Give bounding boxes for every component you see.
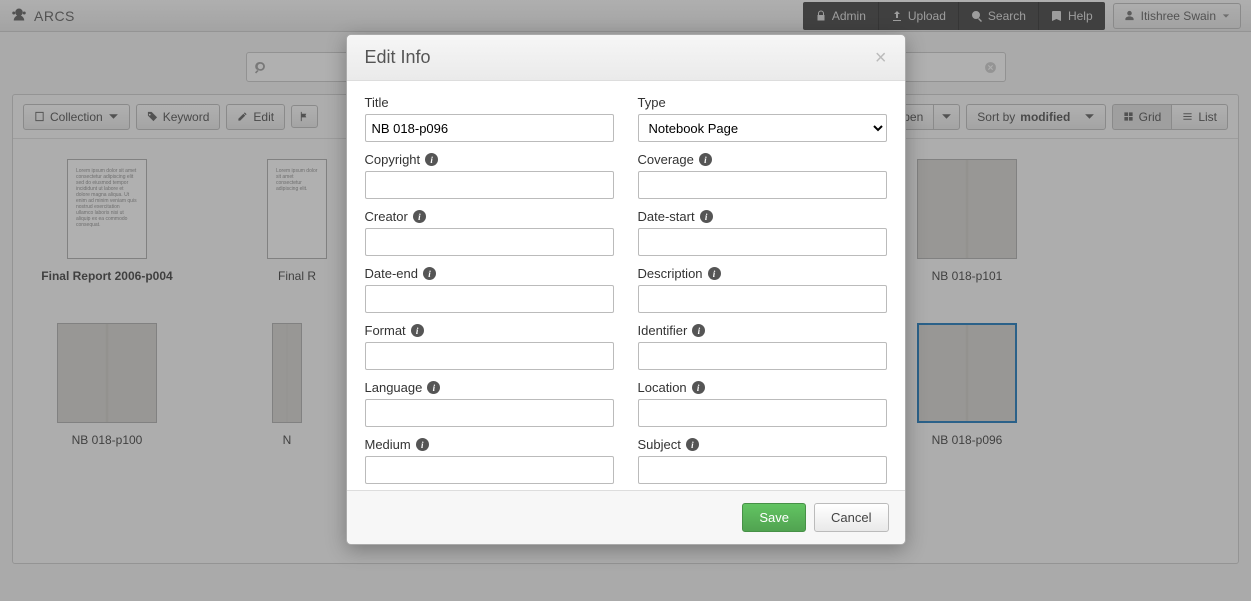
- title-input[interactable]: [365, 114, 614, 142]
- field-identifier: Identifier i: [638, 323, 887, 370]
- format-input[interactable]: [365, 342, 614, 370]
- field-creator-label: Creator: [365, 209, 408, 224]
- field-subject-label: Subject: [638, 437, 681, 452]
- subject-input[interactable]: [638, 456, 887, 484]
- field-date-end-label: Date-end: [365, 266, 418, 281]
- info-icon[interactable]: i: [413, 210, 426, 223]
- field-description-label: Description: [638, 266, 703, 281]
- info-icon[interactable]: i: [692, 381, 705, 394]
- field-format-label: Format: [365, 323, 406, 338]
- field-title: Title: [365, 95, 614, 142]
- date-end-input[interactable]: [365, 285, 614, 313]
- language-input[interactable]: [365, 399, 614, 427]
- modal-footer: Save Cancel: [347, 490, 905, 544]
- modal-body: Title Type Notebook Page Copyright i Cove…: [347, 81, 905, 490]
- field-date-end: Date-end i: [365, 266, 614, 313]
- info-icon[interactable]: i: [692, 324, 705, 337]
- modal-header: Edit Info ×: [347, 35, 905, 81]
- coverage-input[interactable]: [638, 171, 887, 199]
- info-icon[interactable]: i: [423, 267, 436, 280]
- field-subject: Subject i: [638, 437, 887, 484]
- edit-info-modal: Edit Info × Title Type Notebook Page Cop…: [346, 34, 906, 545]
- field-language-label: Language: [365, 380, 423, 395]
- type-select[interactable]: Notebook Page: [638, 114, 887, 142]
- field-medium-label: Medium: [365, 437, 411, 452]
- cancel-button[interactable]: Cancel: [814, 503, 888, 532]
- field-date-start-label: Date-start: [638, 209, 695, 224]
- info-icon[interactable]: i: [411, 324, 424, 337]
- info-icon[interactable]: i: [700, 210, 713, 223]
- medium-input[interactable]: [365, 456, 614, 484]
- field-medium: Mediumi: [365, 437, 614, 484]
- info-icon[interactable]: i: [699, 153, 712, 166]
- field-type-label: Type: [638, 95, 666, 110]
- field-copyright: Copyright i: [365, 152, 614, 199]
- identifier-input[interactable]: [638, 342, 887, 370]
- field-type: Type Notebook Page: [638, 95, 887, 142]
- field-format: Formati: [365, 323, 614, 370]
- field-copyright-label: Copyright: [365, 152, 421, 167]
- location-input[interactable]: [638, 399, 887, 427]
- info-icon[interactable]: i: [416, 438, 429, 451]
- save-button[interactable]: Save: [742, 503, 806, 532]
- field-date-start: Date-start i: [638, 209, 887, 256]
- field-location-label: Location: [638, 380, 687, 395]
- info-icon[interactable]: i: [686, 438, 699, 451]
- creator-input[interactable]: [365, 228, 614, 256]
- field-language: Language i: [365, 380, 614, 427]
- field-location: Location i: [638, 380, 887, 427]
- close-icon[interactable]: ×: [875, 48, 887, 68]
- info-icon[interactable]: i: [425, 153, 438, 166]
- field-coverage-label: Coverage: [638, 152, 694, 167]
- field-title-label: Title: [365, 95, 389, 110]
- info-icon[interactable]: i: [708, 267, 721, 280]
- field-creator: Creator i: [365, 209, 614, 256]
- field-description: Description i: [638, 266, 887, 313]
- info-icon[interactable]: i: [427, 381, 440, 394]
- field-identifier-label: Identifier: [638, 323, 688, 338]
- description-input[interactable]: [638, 285, 887, 313]
- date-start-input[interactable]: [638, 228, 887, 256]
- field-coverage: Coverage i: [638, 152, 887, 199]
- copyright-input[interactable]: [365, 171, 614, 199]
- modal-title: Edit Info: [365, 47, 875, 68]
